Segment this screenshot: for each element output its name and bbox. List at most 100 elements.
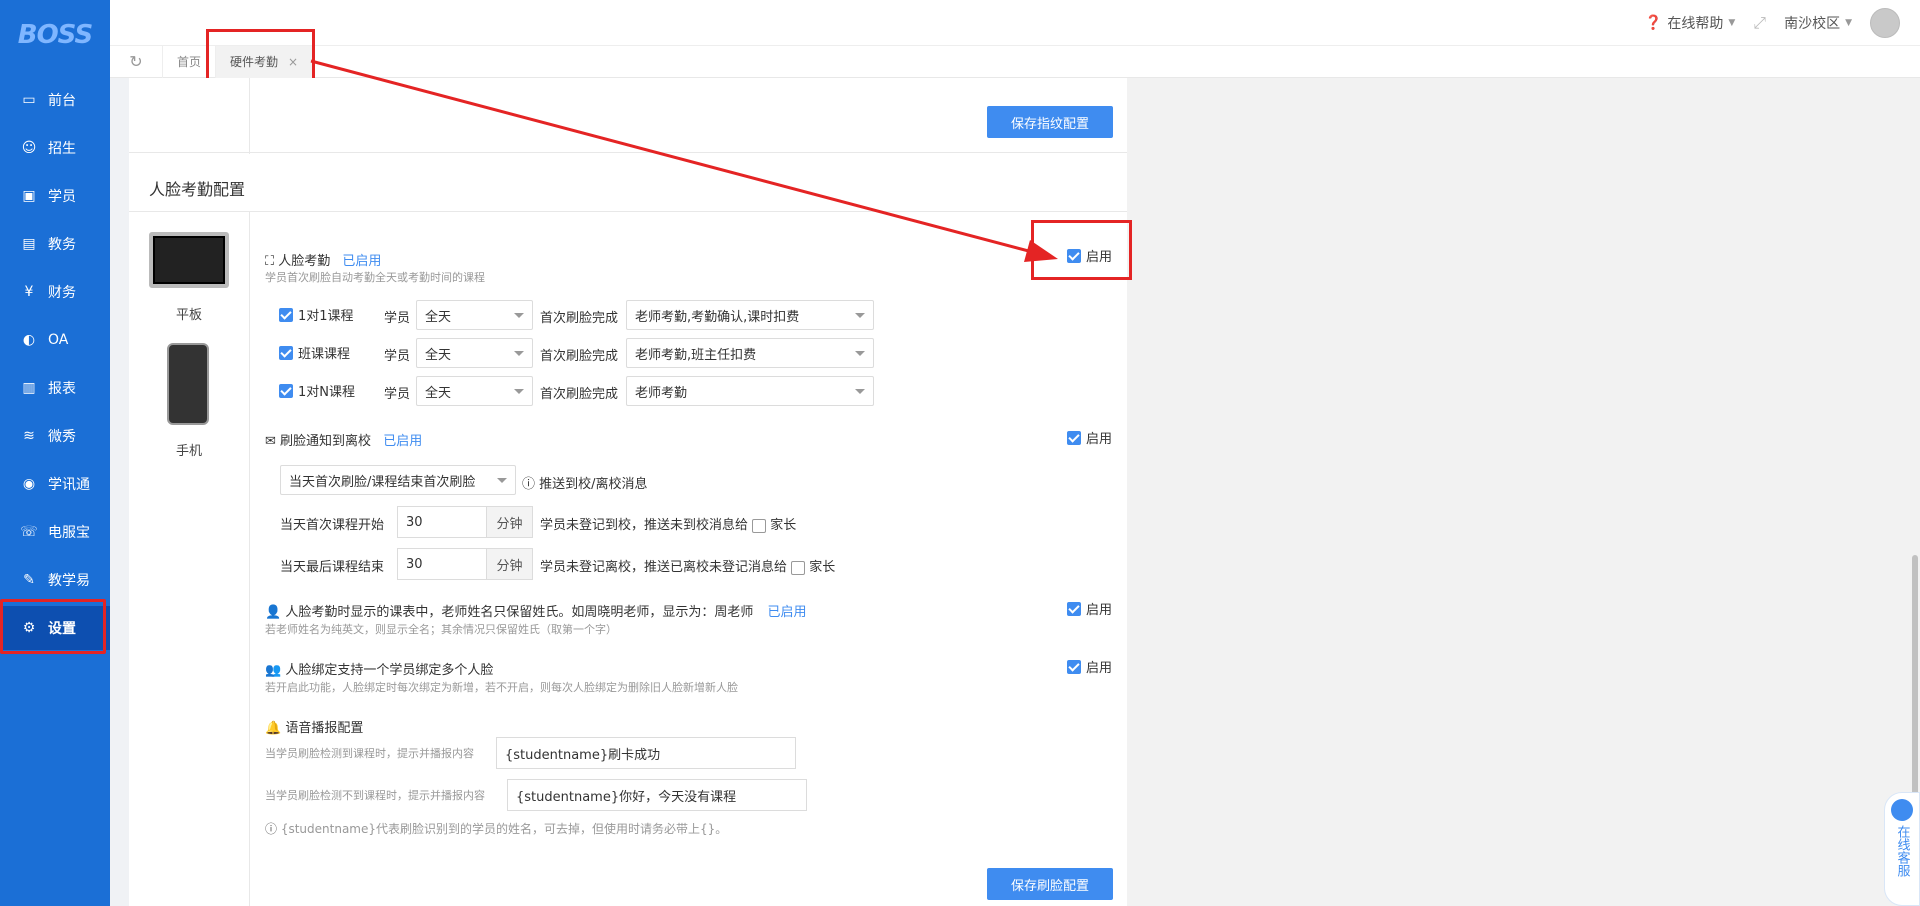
sidebar-item-label: 前台 — [48, 93, 76, 109]
sidebar-item-jiaoxueyi[interactable]: ✎ 教学易 — [0, 558, 110, 602]
sidebar-item-enroll[interactable]: ☺ 招生 — [0, 126, 110, 170]
notify-status: 已启用 — [383, 434, 423, 449]
checkbox[interactable] — [1067, 659, 1081, 674]
avatar[interactable] — [1870, 8, 1900, 38]
checkbox[interactable] — [279, 383, 293, 398]
notify-enable[interactable]: 启用 — [1067, 428, 1112, 447]
voice-hit-input[interactable]: {studentname}刷卡成功 — [496, 737, 796, 769]
save-face-button[interactable]: 保存刷脸配置 — [987, 868, 1113, 900]
chevron-down-icon — [855, 351, 865, 356]
parent-checkbox[interactable] — [791, 560, 806, 575]
voice-miss-input[interactable]: {studentname}你好，今天没有课程 — [507, 779, 807, 811]
refresh-icon[interactable]: ↻ — [110, 52, 162, 71]
bell-icon: 🔔 — [265, 721, 282, 736]
chat-icon — [1891, 799, 1913, 821]
face-attendance-enable[interactable]: 启用 — [1067, 246, 1112, 265]
tablet-image — [149, 232, 229, 288]
checkbox[interactable] — [1067, 601, 1081, 616]
sidebar-item-dianfubao[interactable]: ☏ 电服宝 — [0, 510, 110, 554]
sidebar-item-reports[interactable]: ▥ 报表 — [0, 366, 110, 410]
action-select[interactable]: 老师考勤,班主任扣费 — [626, 338, 874, 368]
checkbox[interactable] — [1067, 248, 1081, 263]
face-attendance-desc: 学员首次刷脸自动考勤全天或考勤时间的课程 — [265, 271, 485, 284]
note-text: {studentname}代表刷脸识别到的学员的姓名，可去掉，但使用时请务必带上… — [280, 822, 728, 836]
sidebar-item-finance[interactable]: ¥ 财务 — [0, 270, 110, 314]
fullscreen-icon[interactable]: ⤢ — [1753, 13, 1766, 33]
action-select[interactable]: 老师考勤 — [626, 376, 874, 406]
voice-title: 语音播报配置 — [285, 721, 364, 736]
start-desc: 学员未登记到校，推送未到校消息给 家长 — [540, 514, 796, 533]
target-label: 家长 — [770, 518, 797, 533]
after-label: 首次刷脸完成 — [540, 387, 619, 402]
enable-label: 启用 — [1086, 603, 1113, 618]
notify-title: 刷脸通知到离校 — [280, 434, 372, 449]
chevron-down-icon — [514, 313, 524, 318]
checkbox[interactable] — [279, 307, 293, 322]
end-minutes-input[interactable]: 30 — [397, 548, 487, 580]
help-menu[interactable]: ❓ 在线帮助 ▼ — [1645, 13, 1735, 33]
tab-home[interactable]: 首页 — [162, 45, 215, 78]
time-select[interactable]: 全天 — [416, 300, 533, 330]
surname-desc: 若老师姓名为纯英文，则显示全名；其余情况只保留姓氏（取第一个字） — [265, 623, 617, 636]
sidebar-item-label: 微秀 — [48, 429, 76, 445]
bar-chart-icon: ▥ — [22, 380, 36, 396]
phone-icon: ☏ — [20, 524, 38, 540]
surname-enable[interactable]: 启用 — [1067, 599, 1112, 618]
course-1on1-checkbox[interactable]: 1对1课程 — [279, 305, 354, 324]
after-label: 首次刷脸完成 — [540, 311, 619, 326]
multi-face-header: 👥 人脸绑定支持一个学员绑定多个人脸 — [265, 659, 493, 678]
course-class-checkbox[interactable]: 班课课程 — [279, 343, 350, 362]
select-value: 老师考勤,考勤确认,课时扣费 — [635, 309, 800, 325]
sidebar: BOSS ▭ 前台 ☺ 招生 ▣ 学员 ▤ 教务 ¥ 财务 ◐ OA ▥ 报表 ≋ 微秀 ◉ 学讯… — [0, 0, 110, 906]
face-attendance-status: 已启用 — [342, 254, 382, 269]
select-value: 老师考勤,班主任扣费 — [635, 347, 757, 363]
sidebar-item-settings[interactable]: ⚙ 设置 — [0, 606, 110, 650]
notify-mode-hint: ⓘ 推送到校/离校消息 — [522, 473, 648, 492]
sidebar-item-frontdesk[interactable]: ▭ 前台 — [0, 78, 110, 122]
desc-text: 学员未登记离校，推送已离校未登记消息给 — [540, 560, 788, 575]
sidebar-item-xuexuntong[interactable]: ◉ 学讯通 — [0, 462, 110, 506]
who-label: 学员 — [384, 349, 411, 364]
sidebar-item-weixiu[interactable]: ≋ 微秀 — [0, 414, 110, 458]
chevron-down-icon — [497, 478, 507, 483]
yen-icon: ¥ — [24, 284, 34, 300]
divider — [249, 212, 250, 906]
tab-hardware-attendance[interactable]: 硬件考勤 × — [215, 45, 313, 78]
select-value: 全天 — [425, 309, 452, 325]
close-icon[interactable]: × — [288, 55, 298, 69]
voice-hit-label: 当学员刷脸检测到课程时，提示并播报内容 — [265, 747, 474, 760]
campus-label: 南沙校区 — [1784, 16, 1841, 32]
sidebar-item-label: 教务 — [48, 237, 76, 253]
hint-text: 推送到校/离校消息 — [539, 477, 648, 492]
campus-selector[interactable]: 南沙校区 ▼ — [1784, 13, 1852, 33]
help-icon: ❓ — [1644, 15, 1663, 31]
course-1onN-checkbox[interactable]: 1对N课程 — [279, 381, 355, 400]
course-label: 1对N课程 — [298, 385, 355, 400]
logo: BOSS — [17, 20, 93, 50]
course-label: 班课课程 — [298, 347, 351, 362]
chevron-down-icon — [514, 389, 524, 394]
end-label: 当天最后课程结束 — [280, 560, 385, 575]
checkbox[interactable] — [279, 345, 293, 360]
save-fingerprint-button[interactable]: 保存指纹配置 — [987, 106, 1113, 138]
action-select[interactable]: 老师考勤,考勤确认,课时扣费 — [626, 300, 874, 330]
notify-mode-select[interactable]: 当天首次刷脸/课程结束首次刷脸 — [280, 465, 516, 495]
online-service-button[interactable]: 在线客服 — [1884, 792, 1920, 906]
info-icon: ⓘ — [522, 477, 536, 492]
start-label: 当天首次课程开始 — [280, 518, 385, 533]
chevron-down-icon — [855, 313, 865, 318]
chevron-down-icon: ▼ — [1728, 18, 1736, 28]
parent-checkbox[interactable] — [752, 518, 767, 533]
main-panel: 保存指纹配置 人脸考勤配置 平板 手机 ⛶ 人脸考勤 已启用 学员首次刷脸自动考… — [129, 78, 1127, 906]
time-select[interactable]: 全天 — [416, 376, 533, 406]
sidebar-item-label: 财务 — [48, 285, 76, 301]
time-select[interactable]: 全天 — [416, 338, 533, 368]
sidebar-item-students[interactable]: ▣ 学员 — [0, 174, 110, 218]
sidebar-item-academic[interactable]: ▤ 教务 — [0, 222, 110, 266]
checkbox[interactable] — [1067, 430, 1081, 445]
user-add-icon: ☺ — [21, 140, 37, 156]
sidebar-item-oa[interactable]: ◐ OA — [0, 318, 110, 362]
multi-face-enable[interactable]: 启用 — [1067, 657, 1112, 676]
start-minutes-input[interactable]: 30 — [397, 506, 487, 538]
sidebar-item-label: 学讯通 — [48, 477, 90, 493]
